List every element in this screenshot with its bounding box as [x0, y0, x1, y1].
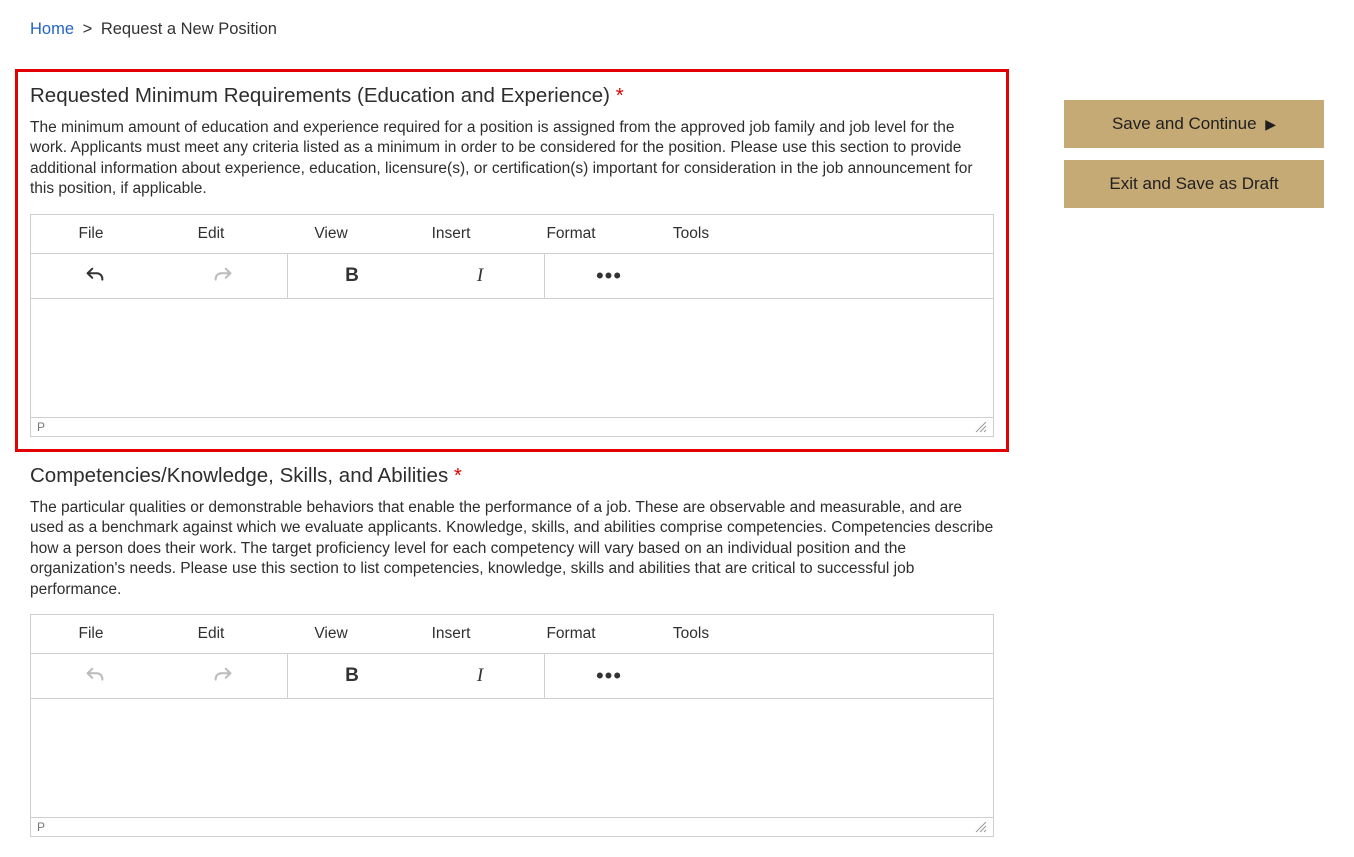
undo-icon: [84, 665, 106, 687]
menu-file[interactable]: File: [31, 215, 151, 253]
rich-text-editor-competencies: File Edit View Insert Format Tools B I •…: [30, 614, 994, 837]
editor-statusbar: P: [31, 417, 993, 436]
rich-text-editor-min-requirements: File Edit View Insert Format Tools B: [30, 214, 994, 437]
undo-button[interactable]: [31, 654, 159, 698]
bold-icon: B: [345, 665, 359, 687]
menu-insert[interactable]: Insert: [391, 615, 511, 653]
italic-button[interactable]: I: [416, 654, 544, 698]
editor-toolbar: B I •••: [31, 254, 993, 299]
breadcrumb-separator: >: [83, 20, 93, 38]
section-title-competencies: Competencies/Knowledge, Skills, and Abil…: [30, 464, 994, 488]
editor-path: P: [37, 420, 45, 434]
section-desc-min-requirements: The minimum amount of education and expe…: [30, 118, 994, 200]
resize-icon: [975, 821, 987, 833]
more-button[interactable]: •••: [545, 254, 673, 298]
menu-format[interactable]: Format: [511, 215, 631, 253]
highlighted-section-min-requirements: Requested Minimum Requirements (Educatio…: [15, 69, 1009, 452]
bold-button[interactable]: B: [288, 254, 416, 298]
italic-icon: I: [477, 665, 483, 687]
bold-button[interactable]: B: [288, 654, 416, 698]
resize-handle[interactable]: [975, 821, 987, 833]
editor-content-area[interactable]: [31, 299, 993, 417]
menu-view[interactable]: View: [271, 215, 391, 253]
required-asterisk: *: [616, 84, 624, 107]
menu-tools[interactable]: Tools: [631, 615, 751, 653]
menu-view[interactable]: View: [271, 615, 391, 653]
menu-edit[interactable]: Edit: [151, 615, 271, 653]
redo-button[interactable]: [159, 654, 287, 698]
section-desc-competencies: The particular qualities or demonstrable…: [30, 498, 994, 600]
italic-button[interactable]: I: [416, 254, 544, 298]
undo-button[interactable]: [31, 254, 159, 298]
menu-edit[interactable]: Edit: [151, 215, 271, 253]
editor-path: P: [37, 820, 45, 834]
editor-statusbar: P: [31, 817, 993, 836]
redo-button[interactable]: [159, 254, 287, 298]
italic-icon: I: [477, 265, 483, 287]
redo-icon: [212, 665, 234, 687]
menu-file[interactable]: File: [31, 615, 151, 653]
redo-icon: [212, 265, 234, 287]
arrow-right-icon: ▶: [1265, 116, 1276, 132]
menu-insert[interactable]: Insert: [391, 215, 511, 253]
menu-tools[interactable]: Tools: [631, 215, 751, 253]
resize-icon: [975, 421, 987, 433]
exit-and-save-draft-button[interactable]: Exit and Save as Draft: [1064, 160, 1324, 208]
editor-toolbar: B I •••: [31, 654, 993, 699]
editor-menubar: File Edit View Insert Format Tools: [31, 215, 993, 254]
more-button[interactable]: •••: [545, 654, 673, 698]
section-title-min-requirements: Requested Minimum Requirements (Educatio…: [30, 84, 994, 108]
breadcrumb-current: Request a New Position: [101, 20, 277, 38]
bold-icon: B: [345, 265, 359, 287]
save-and-continue-button[interactable]: Save and Continue ▶: [1064, 100, 1324, 148]
menu-format[interactable]: Format: [511, 615, 631, 653]
resize-handle[interactable]: [975, 421, 987, 433]
breadcrumb-home-link[interactable]: Home: [30, 20, 74, 38]
breadcrumb: Home > Request a New Position: [30, 20, 994, 39]
editor-content-area[interactable]: [31, 699, 993, 817]
required-asterisk: *: [454, 464, 462, 487]
undo-icon: [84, 265, 106, 287]
editor-menubar: File Edit View Insert Format Tools: [31, 615, 993, 654]
